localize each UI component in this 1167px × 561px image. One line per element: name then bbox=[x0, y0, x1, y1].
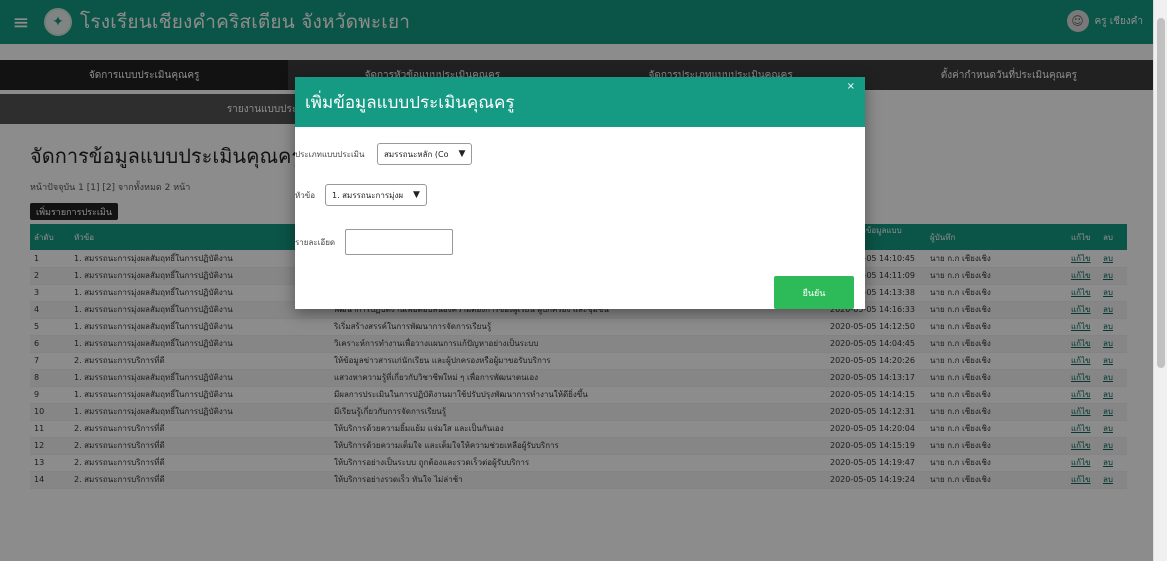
topic-select-value: 1. สมรรถนะการมุ่งผ bbox=[332, 190, 404, 200]
type-row: ประเภทแบบประเมิน สมรรถนะหลัก (Co ▼ bbox=[295, 143, 473, 165]
page-scrollbar[interactable] bbox=[1153, 0, 1167, 561]
chevron-down-icon: ▼ bbox=[413, 190, 420, 200]
close-icon[interactable]: × bbox=[847, 81, 855, 92]
detail-row: รายละเอียด bbox=[295, 229, 453, 255]
dialog-header: เพิ่มข้อมูลแบบประเมินคุณครู × bbox=[295, 77, 865, 127]
type-select-value: สมรรถนะหลัก (Co bbox=[384, 149, 449, 159]
detail-label: รายละเอียด bbox=[295, 237, 336, 247]
scroll-thumb[interactable] bbox=[1157, 18, 1165, 368]
type-select[interactable]: สมรรถนะหลัก (Co ▼ bbox=[377, 143, 473, 165]
topic-row: หัวข้อ 1. สมรรถนะการมุ่งผ ▼ bbox=[295, 184, 427, 206]
type-label: ประเภทแบบประเมิน bbox=[295, 149, 365, 159]
add-evaluation-dialog: เพิ่มข้อมูลแบบประเมินคุณครู × ประเภทแบบป… bbox=[295, 77, 865, 309]
topic-label: หัวข้อ bbox=[295, 190, 316, 200]
dialog-title: เพิ่มข้อมูลแบบประเมินคุณครู bbox=[305, 92, 515, 113]
confirm-button[interactable]: ยืนยัน bbox=[774, 276, 854, 309]
topic-select[interactable]: 1. สมรรถนะการมุ่งผ ▼ bbox=[325, 184, 427, 206]
detail-input[interactable] bbox=[345, 229, 453, 255]
chevron-down-icon: ▼ bbox=[458, 149, 466, 159]
